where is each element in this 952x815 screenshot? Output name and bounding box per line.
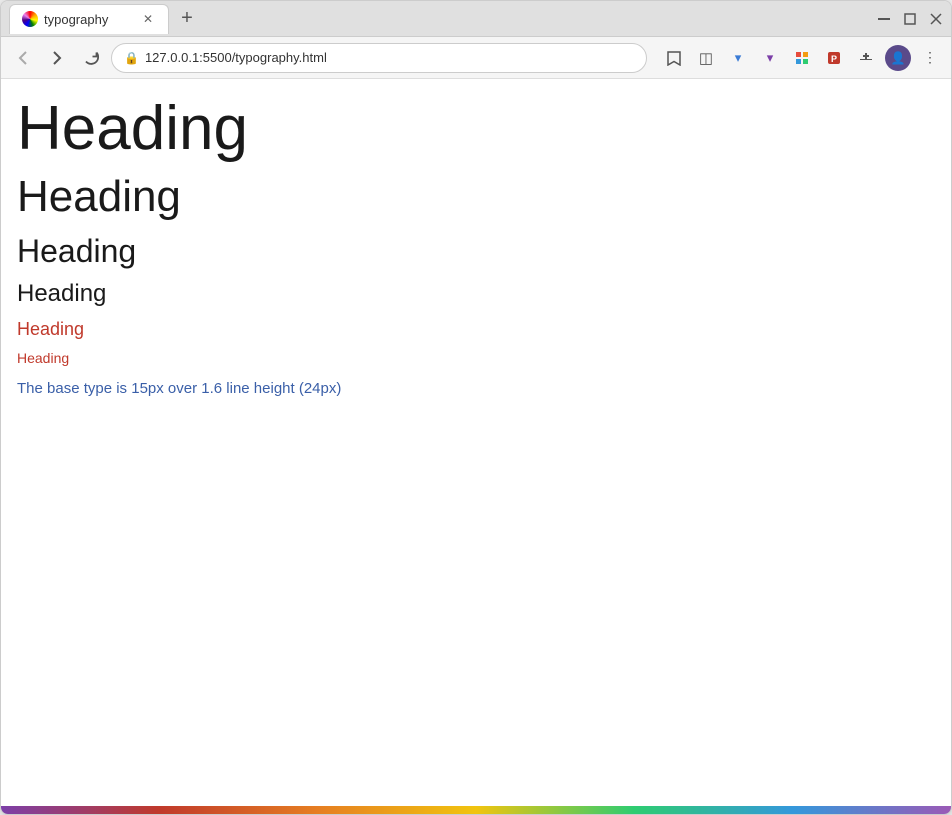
address-bar-row: 🔒 127.0.0.1:5500/typography.html ◫ ▾ ▾ P… [1,37,951,79]
ext-icon-1[interactable]: ◫ [693,45,719,71]
address-bar[interactable]: 🔒 127.0.0.1:5500/typography.html [111,43,647,73]
forward-button[interactable] [43,44,71,72]
restore-button[interactable] [903,12,917,26]
browser-window: typography ✕ + 🔒 127.0 [0,0,952,815]
tab-bar: typography ✕ + [1,1,951,37]
heading-4: Heading [17,278,935,309]
body-paragraph: The base type is 15px over 1.6 line heig… [17,377,935,401]
ext-icon-3[interactable]: ▾ [757,45,783,71]
heading-6: Heading [17,349,935,369]
new-tab-button[interactable]: + [173,5,201,33]
bookmark-button[interactable] [661,45,687,71]
lock-icon: 🔒 [124,51,139,65]
tab-close-button[interactable]: ✕ [140,11,156,27]
tab-title: typography [44,12,108,27]
ext-icon-2[interactable]: ▾ [725,45,751,71]
ext-icon-4[interactable] [789,45,815,71]
active-tab[interactable]: typography ✕ [9,4,169,34]
menu-button[interactable]: ⋮ [917,45,943,71]
svg-text:P: P [831,54,837,64]
back-button[interactable] [9,44,37,72]
tab-favicon [22,11,38,27]
close-button[interactable] [929,12,943,26]
reload-button[interactable] [77,44,105,72]
url-text: 127.0.0.1:5500/typography.html [145,50,634,65]
heading-2: Heading [17,171,935,224]
extensions-button[interactable] [853,45,879,71]
bottom-bar [1,806,951,814]
profile-avatar[interactable]: 👤 [885,45,911,71]
heading-1: Heading [17,95,935,163]
heading-5: Heading [17,318,935,341]
minimize-button[interactable] [877,12,891,26]
heading-3: Heading [17,232,935,270]
address-actions: ◫ ▾ ▾ P 👤 ⋮ [661,45,943,71]
ext-icon-5[interactable]: P [821,45,847,71]
page-content: Heading Heading Heading Heading Heading … [1,79,951,806]
